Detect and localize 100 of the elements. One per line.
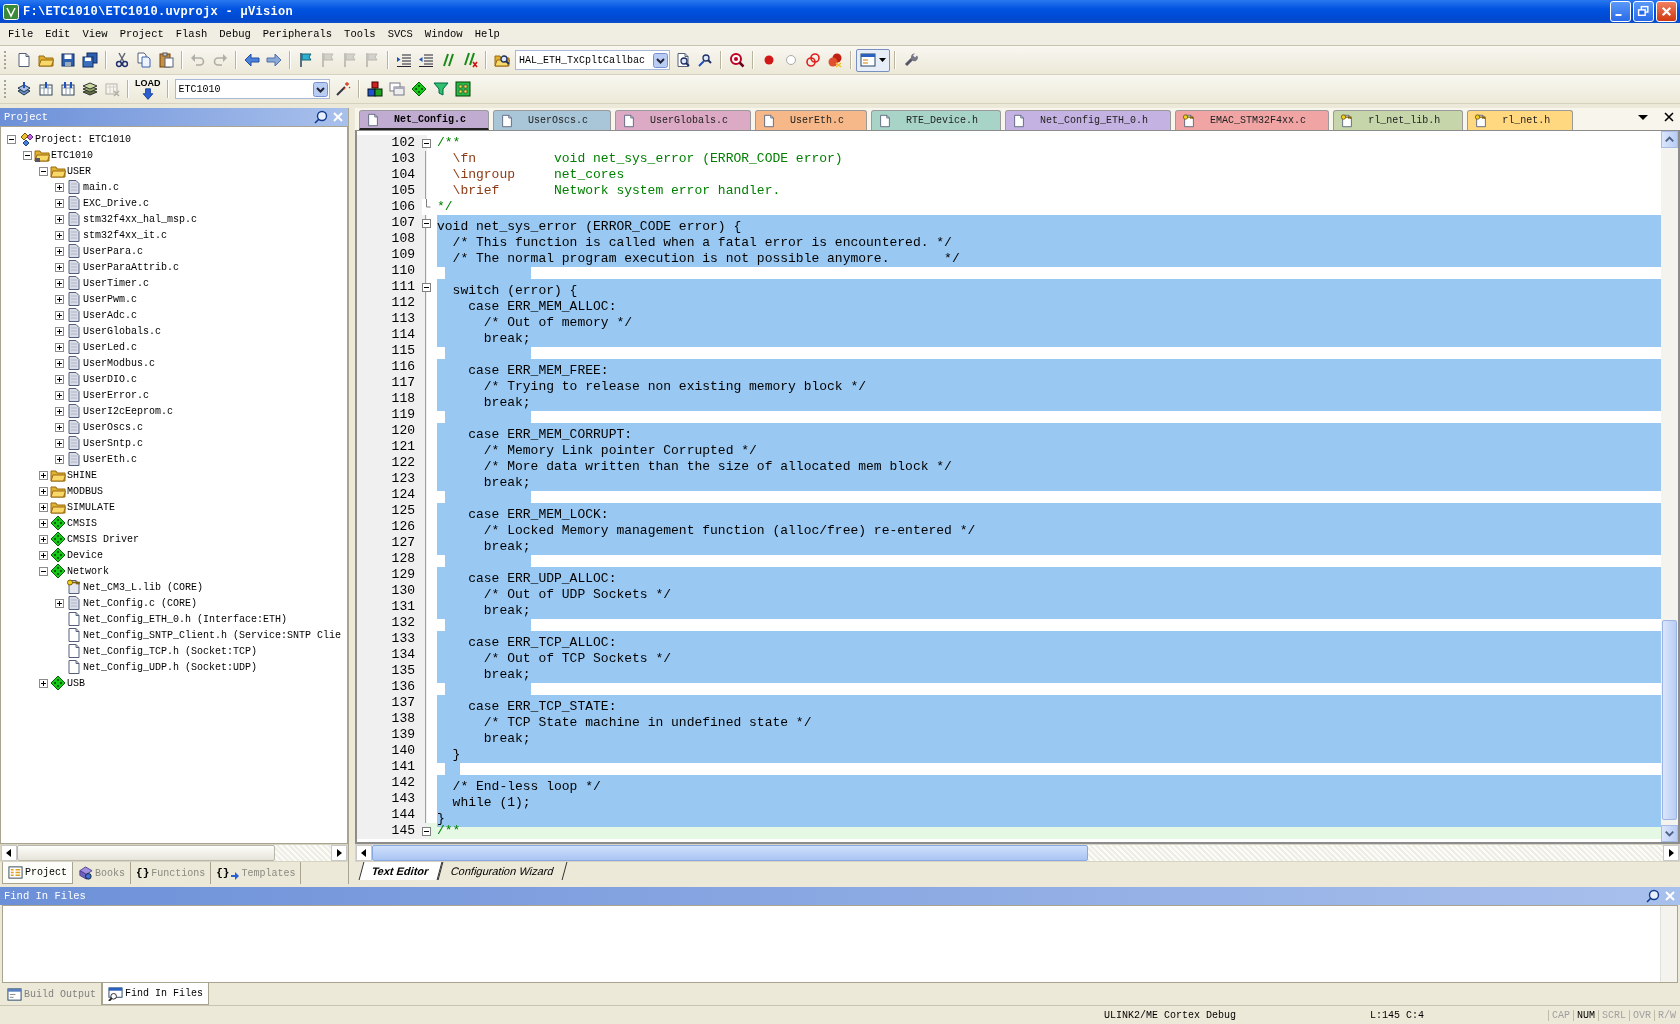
menu-item[interactable]: File: [2, 28, 40, 40]
scroll-thumb[interactable]: [1662, 620, 1677, 820]
restore-button[interactable]: [1633, 1, 1654, 22]
panel-tab[interactable]: Find In Files: [102, 983, 210, 1005]
horizontal-scrollbar[interactable]: [0, 844, 348, 862]
tree-item[interactable]: stm32f4xx_hal_msp.c: [83, 213, 198, 225]
tree-item[interactable]: UserGlobals.c: [83, 325, 161, 337]
tree-item[interactable]: UserModbus.c: [83, 357, 155, 369]
scroll-left-icon[interactable]: [356, 845, 372, 861]
file-tab[interactable]: Net_Config_ETH_0.h: [1005, 110, 1172, 130]
minus-box-icon[interactable]: [39, 166, 48, 176]
window-menu-button[interactable]: [856, 48, 890, 72]
tree-item[interactable]: Device: [67, 549, 103, 561]
tree-item[interactable]: UserEth.c: [83, 453, 137, 465]
file-tab[interactable]: UserGlobals.c: [615, 110, 752, 130]
tree-item[interactable]: UserLed.c: [83, 341, 137, 353]
menu-item[interactable]: View: [76, 28, 114, 40]
plus-box-icon[interactable]: [39, 518, 48, 528]
panel-tab[interactable]: {} Templates: [211, 862, 302, 884]
plus-box-icon[interactable]: [55, 326, 64, 336]
plus-box-icon[interactable]: [55, 278, 64, 288]
menu-item[interactable]: Debug: [213, 28, 257, 40]
tree-item[interactable]: SIMULATE: [67, 501, 115, 513]
file-tab[interactable]: rl_net.h: [1467, 110, 1574, 130]
tree-item[interactable]: CMSIS Driver: [67, 533, 139, 545]
plus-box-icon[interactable]: [55, 598, 64, 608]
tree-item[interactable]: UserAdc.c: [83, 309, 137, 321]
file-tab[interactable]: RTE_Device.h: [871, 110, 1002, 130]
load-button[interactable]: LOAD: [133, 75, 163, 103]
plus-box-icon[interactable]: [39, 678, 48, 688]
plus-box-icon[interactable]: [55, 246, 64, 256]
plus-box-icon[interactable]: [55, 342, 64, 352]
tree-item[interactable]: UserTimer.c: [83, 277, 149, 289]
scroll-thumb[interactable]: [17, 845, 276, 861]
plus-box-icon[interactable]: [55, 454, 64, 464]
minus-box-icon[interactable]: [421, 826, 431, 836]
plus-box-icon[interactable]: [55, 230, 64, 240]
tree-item[interactable]: Net_Config.c (CORE): [83, 597, 198, 609]
scroll-right-icon[interactable]: [331, 845, 347, 861]
menu-item[interactable]: Peripherals: [256, 28, 339, 40]
plus-box-icon[interactable]: [55, 294, 64, 304]
plus-box-icon[interactable]: [55, 406, 64, 416]
tree-item[interactable]: USB: [67, 677, 85, 689]
plus-box-icon[interactable]: [55, 262, 64, 272]
dropdown-field[interactable]: HAL_ETH_TxCpltCallbac: [515, 50, 670, 70]
tree-item[interactable]: Net_CM3_L.lib (CORE): [83, 581, 204, 593]
plus-box-icon[interactable]: [55, 214, 64, 224]
editor-mode-tab[interactable]: Configuration Wizard: [437, 862, 567, 880]
menu-item[interactable]: Help: [468, 28, 506, 40]
dropdown-field[interactable]: ETC1010: [174, 79, 330, 99]
minus-box-icon[interactable]: [7, 134, 16, 144]
scroll-thumb[interactable]: [372, 845, 1089, 861]
plus-box-icon[interactable]: [55, 310, 64, 320]
menu-item[interactable]: Window: [418, 28, 469, 40]
file-tab[interactable]: UserOscs.c: [493, 110, 612, 130]
horizontal-scrollbar[interactable]: [355, 844, 1680, 862]
menu-item[interactable]: Tools: [338, 28, 382, 40]
plus-box-icon[interactable]: [55, 374, 64, 384]
file-tab[interactable]: rl_net_lib.h: [1333, 110, 1464, 130]
minus-box-icon[interactable]: [421, 138, 431, 148]
tree-item[interactable]: Network: [67, 565, 109, 577]
tree-item[interactable]: EXC_Drive.c: [83, 197, 149, 209]
tree-item[interactable]: ETC1010: [51, 149, 93, 161]
scroll-left-icon[interactable]: [1, 845, 17, 861]
file-tab[interactable]: EMAC_STM32F4xx.c: [1175, 110, 1330, 130]
vertical-scrollbar[interactable]: [1660, 906, 1677, 982]
close-icon[interactable]: [1663, 111, 1675, 123]
plus-box-icon[interactable]: [55, 182, 64, 192]
editor-mode-tab[interactable]: Text Editor: [358, 862, 443, 880]
tree-item[interactable]: Net_Config_UDP.h (Socket:UDP): [83, 661, 258, 673]
menu-item[interactable]: Flash: [169, 28, 214, 40]
tree-item[interactable]: Net_Config_ETH_0.h (Interface:ETH): [83, 613, 288, 625]
plus-box-icon[interactable]: [39, 502, 48, 512]
tree-item[interactable]: UserPara.c: [83, 245, 143, 257]
tree-item[interactable]: UserDIO.c: [83, 373, 137, 385]
tree-item[interactable]: MODBUS: [67, 485, 103, 497]
tree-item[interactable]: Net_Config_TCP.h (Socket:TCP): [83, 645, 258, 657]
minus-box-icon[interactable]: [421, 282, 431, 292]
plus-box-icon[interactable]: [39, 486, 48, 496]
minimize-button[interactable]: [1610, 1, 1631, 22]
tree-item[interactable]: UserI2cEeprom.c: [83, 405, 173, 417]
plus-box-icon[interactable]: [55, 438, 64, 448]
plus-box-icon[interactable]: [55, 358, 64, 368]
menu-item[interactable]: Edit: [39, 28, 77, 40]
plus-box-icon[interactable]: [39, 534, 48, 544]
tree-item[interactable]: SHINE: [67, 469, 97, 481]
plus-box-icon[interactable]: [39, 550, 48, 560]
close-button[interactable]: [1656, 1, 1677, 22]
plus-box-icon[interactable]: [55, 390, 64, 400]
tree-item[interactable]: UserSntp.c: [83, 437, 143, 449]
minus-box-icon[interactable]: [421, 218, 431, 228]
tree-item[interactable]: UserError.c: [83, 389, 149, 401]
tree-item[interactable]: Project: ETC1010: [35, 133, 131, 145]
plus-box-icon[interactable]: [39, 470, 48, 480]
vertical-scrollbar[interactable]: [1661, 131, 1678, 842]
tree-item[interactable]: CMSIS: [67, 517, 97, 529]
file-tab[interactable]: Net_Config.c: [359, 110, 489, 130]
minus-box-icon[interactable]: [23, 150, 32, 160]
scroll-right-icon[interactable]: [1663, 845, 1679, 861]
plus-box-icon[interactable]: [55, 198, 64, 208]
